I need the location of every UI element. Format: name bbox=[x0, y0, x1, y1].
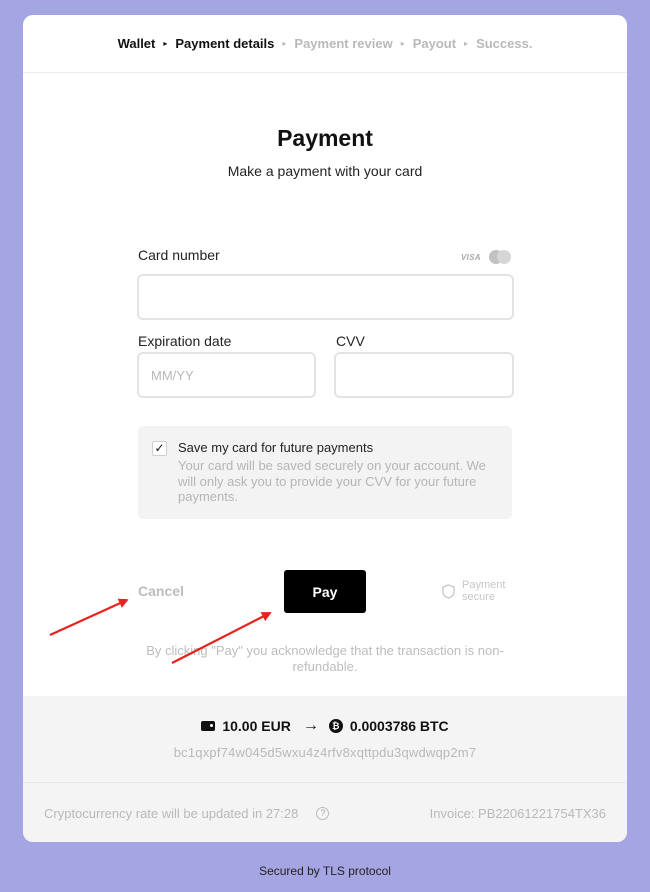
breadcrumb-success: Success. bbox=[476, 36, 533, 51]
help-icon[interactable]: ? bbox=[316, 807, 330, 820]
breadcrumb-separator: ▸ bbox=[400, 39, 405, 48]
cvv-label: CVV bbox=[336, 333, 365, 349]
page-title: Payment bbox=[277, 125, 373, 151]
breadcrumb: Wallet ▸ Payment details ▸ Payment revie… bbox=[23, 15, 627, 73]
conversion-panel: 10.00 EUR → ₿ 0.0003786 BTC bc1qxpf74w04… bbox=[23, 696, 627, 842]
rate-update-text: Cryptocurrency rate will be updated in 2… bbox=[44, 806, 299, 821]
breadcrumb-payout: Payout bbox=[412, 36, 457, 51]
save-card-title: Save my card for future payments bbox=[178, 440, 374, 455]
crypto-amount: 0.0003786 BTC bbox=[349, 718, 449, 734]
save-card-checkbox[interactable]: ✓ bbox=[152, 441, 167, 456]
save-card-description: Your card will be saved securely on your… bbox=[178, 458, 486, 504]
cancel-button[interactable]: Cancel bbox=[138, 583, 184, 599]
card-brands: VISA bbox=[461, 250, 511, 264]
cvv-input[interactable] bbox=[334, 352, 514, 398]
page-subtitle: Make a payment with your card bbox=[227, 163, 423, 179]
fiat-amount: 10.00 EUR bbox=[222, 718, 291, 734]
arrow-right-icon: → bbox=[302, 717, 319, 734]
visa-icon: VISA bbox=[461, 252, 481, 262]
card-number-input[interactable] bbox=[137, 274, 514, 320]
shield-icon bbox=[442, 583, 455, 599]
acknowledgement-text: By clicking "Pay" you acknowledge that t… bbox=[146, 643, 504, 674]
divider bbox=[23, 782, 627, 783]
wallet-address: bc1qxpf74w045d5wxu4z4rfv8xqttpdu3qwdwqp2… bbox=[173, 745, 477, 760]
payment-card: Wallet ▸ Payment details ▸ Payment revie… bbox=[23, 15, 627, 842]
payment-secure-label: Payment secure bbox=[462, 579, 506, 603]
expiration-date-label: Expiration date bbox=[138, 333, 232, 349]
rate-update-info: Cryptocurrency rate will be updated in 2… bbox=[44, 806, 330, 821]
breadcrumb-separator: ▸ bbox=[163, 39, 168, 48]
conversion-amounts: 10.00 EUR → ₿ 0.0003786 BTC bbox=[23, 717, 627, 735]
pay-button[interactable]: Pay bbox=[284, 570, 366, 613]
wallet-icon bbox=[201, 721, 216, 731]
breadcrumb-separator: ▸ bbox=[282, 39, 287, 48]
tls-notice: Secured by TLS protocol bbox=[259, 864, 391, 878]
breadcrumb-separator: ▸ bbox=[464, 39, 469, 48]
bitcoin-icon: ₿ bbox=[328, 719, 343, 733]
mastercard-icon bbox=[488, 250, 511, 264]
expiration-date-input[interactable]: MM/YY bbox=[137, 352, 316, 398]
save-card-option: ✓ Save my card for future payments Your … bbox=[138, 426, 512, 519]
breadcrumb-wallet[interactable]: Wallet bbox=[118, 36, 156, 51]
breadcrumb-payment-review: Payment review bbox=[294, 36, 393, 51]
breadcrumb-payment-details[interactable]: Payment details bbox=[175, 36, 274, 51]
invoice-number: Invoice: PB22061221754TX36 bbox=[429, 806, 606, 821]
card-number-label: Card number bbox=[138, 247, 220, 263]
payment-secure-badge: Payment secure bbox=[442, 579, 514, 603]
